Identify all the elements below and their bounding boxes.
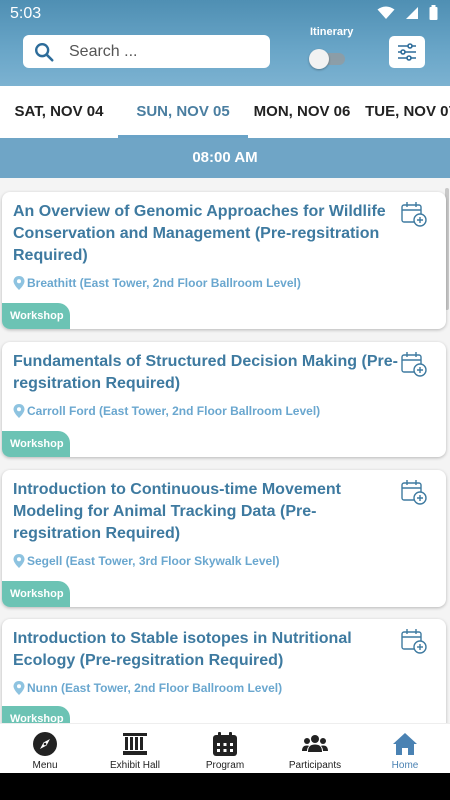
session-title[interactable]: An Overview of Genomic Approaches for Wi… (13, 201, 398, 267)
location-text: Carroll Ford (East Tower, 2nd Floor Ball… (27, 404, 321, 418)
location-pin-icon (13, 681, 25, 695)
nav-menu[interactable]: Menu (0, 724, 90, 773)
signal-icon (406, 6, 418, 19)
status-icons (377, 5, 438, 20)
location-pin-icon (13, 404, 25, 418)
nav-exhibit-hall[interactable]: Exhibit Hall (90, 724, 180, 773)
add-to-calendar-icon[interactable] (400, 200, 428, 228)
session-card[interactable]: Introduction to Continuous-time Movement… (2, 470, 446, 607)
search-input[interactable] (69, 42, 249, 61)
session-location: Nunn (East Tower, 2nd Floor Ballroom Lev… (13, 681, 282, 695)
location-pin-icon (13, 554, 25, 568)
sliders-icon (398, 43, 416, 61)
session-list[interactable]: An Overview of Genomic Approaches for Wi… (0, 178, 450, 723)
calendar-icon (213, 732, 237, 756)
add-to-calendar-icon[interactable] (400, 478, 428, 506)
nav-label: Participants (288, 760, 342, 771)
building-icon (123, 733, 147, 755)
tab-sat-nov-04[interactable]: SAT, NOV 04 (0, 86, 118, 138)
tab-sun-nov-05[interactable]: SUN, NOV 05 (118, 86, 248, 138)
toggle-knob (309, 49, 329, 69)
session-card[interactable]: An Overview of Genomic Approaches for Wi… (2, 192, 446, 329)
home-icon (393, 733, 417, 755)
add-to-calendar-icon[interactable] (400, 627, 428, 655)
itinerary-toggle[interactable] (309, 49, 345, 69)
session-type-badge: Workshop (2, 706, 70, 723)
nav-label: Home (391, 760, 419, 771)
location-text: Breathitt (East Tower, 2nd Floor Ballroo… (27, 276, 301, 290)
location-pin-icon (13, 276, 25, 290)
session-location: Segell (East Tower, 3rd Floor Skywalk Le… (13, 554, 280, 568)
battery-icon (429, 5, 438, 20)
session-title[interactable]: Introduction to Continuous-time Movement… (13, 479, 398, 545)
search-icon (35, 42, 54, 62)
session-type-badge: Workshop (2, 303, 70, 329)
bottom-nav: Menu Exhibit Hall Program Participants H… (0, 723, 450, 773)
nav-label: Menu (32, 760, 58, 771)
date-tabs: SAT, NOV 04 SUN, NOV 05 MON, NOV 06 TUE,… (0, 86, 450, 138)
nav-program[interactable]: Program (180, 724, 270, 773)
nav-label: Exhibit Hall (109, 760, 161, 771)
search-bar[interactable] (23, 35, 270, 68)
compass-icon (33, 732, 57, 756)
session-location: Carroll Ford (East Tower, 2nd Floor Ball… (13, 404, 320, 418)
system-navigation-bar (0, 773, 450, 800)
session-title[interactable]: Introduction to Stable isotopes in Nutri… (13, 628, 398, 672)
location-text: Nunn (East Tower, 2nd Floor Ballroom Lev… (27, 681, 283, 695)
tab-mon-nov-06[interactable]: MON, NOV 06 (248, 86, 356, 138)
add-to-calendar-icon[interactable] (400, 350, 428, 378)
session-location: Breathitt (East Tower, 2nd Floor Ballroo… (13, 276, 301, 290)
nav-participants[interactable]: Participants (270, 724, 360, 773)
nav-home[interactable]: Home (360, 724, 450, 773)
filter-button[interactable] (389, 36, 425, 68)
session-type-badge: Workshop (2, 431, 70, 457)
status-bar: 5:03 (0, 0, 450, 28)
time-slot-header: 08:00 AM (0, 138, 450, 178)
app-header: 5:03 Itinerary (0, 0, 450, 86)
session-type-badge: Workshop (2, 581, 70, 607)
status-time: 5:03 (10, 5, 42, 22)
itinerary-label: Itinerary (310, 26, 354, 38)
location-text: Segell (East Tower, 3rd Floor Skywalk Le… (27, 554, 280, 568)
tab-tue-nov-07[interactable]: TUE, NOV 07 (356, 86, 450, 138)
people-icon (302, 735, 328, 752)
session-card[interactable]: Introduction to Stable isotopes in Nutri… (2, 619, 446, 723)
session-title[interactable]: Fundamentals of Structured Decision Maki… (13, 351, 398, 395)
nav-label: Program (205, 760, 245, 771)
session-card[interactable]: Fundamentals of Structured Decision Maki… (2, 342, 446, 457)
wifi-icon (377, 6, 395, 19)
